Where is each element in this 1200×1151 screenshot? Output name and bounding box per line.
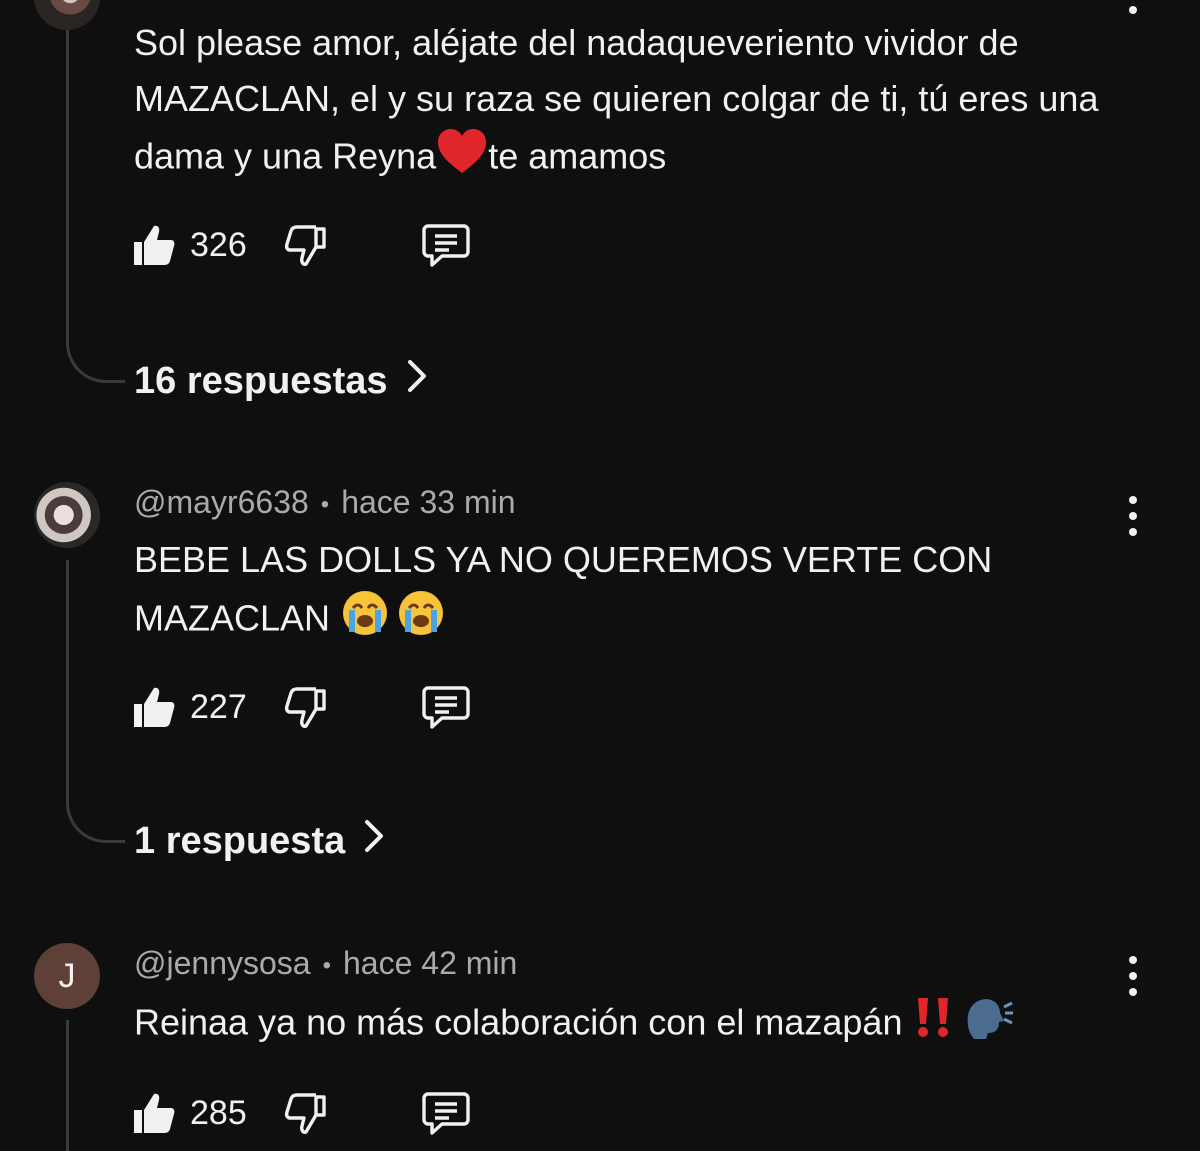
reply-icon[interactable]	[422, 1090, 470, 1136]
more-options-icon[interactable]	[1122, 956, 1144, 996]
comment-actions: 326	[132, 220, 470, 270]
avatar[interactable]	[34, 482, 100, 548]
comment-text: Reinaa ya no más colaboración con el maz…	[134, 993, 1124, 1057]
author-handle[interactable]: @jennysosa	[134, 945, 311, 981]
like-count: 326	[190, 225, 247, 264]
thread-line	[66, 1020, 69, 1151]
view-replies-button[interactable]: 16 respuestas	[134, 358, 428, 404]
chevron-right-icon	[363, 818, 385, 864]
like-count: 227	[190, 687, 247, 726]
comment-text: Sol please amor, aléjate del nadaqueveri…	[134, 15, 1124, 191]
double-exclamation-emoji-icon	[912, 994, 956, 1056]
avatar[interactable]: J	[34, 943, 100, 1009]
crying-face-emoji-icon	[396, 588, 446, 654]
thread-line	[66, 560, 69, 805]
author-handle[interactable]: @mayr6638	[134, 484, 309, 520]
dislike-icon[interactable]	[284, 1091, 328, 1135]
like-count: 285	[190, 1093, 247, 1132]
heart-emoji-icon	[436, 127, 488, 191]
dislike-icon[interactable]	[284, 223, 328, 267]
comment-meta: @mayr6638 • hace 33 min	[134, 484, 516, 521]
comment-text-body: BEBE LAS DOLLS YA NO QUEREMOS VERTE CON …	[134, 539, 993, 639]
avatar[interactable]	[34, 0, 100, 30]
like-icon[interactable]	[132, 1091, 176, 1135]
separator-dot: •	[320, 490, 330, 518]
comment-text: BEBE LAS DOLLS YA NO QUEREMOS VERTE CON …	[134, 532, 1074, 654]
like-icon[interactable]	[132, 685, 176, 729]
view-replies-button[interactable]: 1 respuesta	[134, 818, 385, 864]
avatar-letter: J	[58, 956, 76, 995]
comment-text-tail: te amamos	[488, 135, 667, 177]
more-options-icon[interactable]	[1122, 0, 1144, 14]
comment-meta: @jennysosa • hace 42 min	[134, 945, 517, 982]
separator-dot: •	[322, 951, 331, 979]
reply-icon[interactable]	[422, 684, 470, 730]
replies-label: 1 respuesta	[134, 819, 346, 862]
more-options-icon[interactable]	[1122, 496, 1144, 536]
timestamp: hace 42 min	[342, 945, 518, 981]
dislike-icon[interactable]	[284, 685, 328, 729]
timestamp: hace 33 min	[341, 484, 516, 520]
comment-text-body: Reinaa ya no más colaboración con el maz…	[134, 1001, 903, 1043]
thread-line	[66, 30, 69, 345]
reply-icon[interactable]	[422, 222, 470, 268]
replies-label: 16 respuestas	[134, 359, 388, 402]
speaking-head-emoji-icon	[962, 993, 1014, 1057]
like-icon[interactable]	[132, 223, 176, 267]
chevron-right-icon	[406, 358, 428, 404]
thread-curve	[66, 340, 125, 383]
comment-actions: 227	[132, 682, 470, 732]
thread-curve	[66, 800, 125, 843]
comment-actions: 285	[132, 1088, 470, 1138]
crying-face-emoji-icon	[340, 588, 390, 654]
